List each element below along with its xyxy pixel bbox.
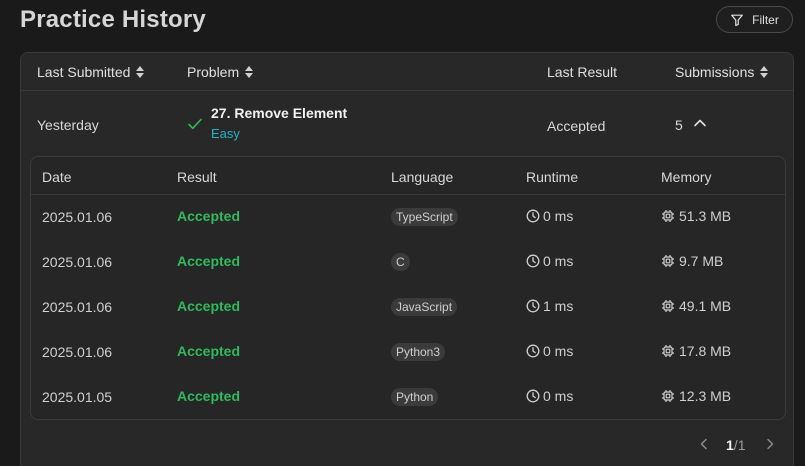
chip-icon (662, 210, 674, 222)
language-badge: Python (391, 388, 439, 406)
header-problem-label: Problem (187, 64, 240, 80)
submissions-count: 5 (675, 117, 683, 133)
pagination: 1/1 (21, 435, 793, 455)
memory-value: 17.8 MB (661, 343, 731, 359)
last-result-value: Accepted (547, 118, 606, 134)
chip-icon (662, 255, 674, 267)
memory-text: 12.3 MB (679, 388, 732, 404)
table-header: Last Submitted Problem Last Result Submi… (21, 53, 793, 91)
sort-icon (136, 66, 145, 78)
header-submissions[interactable]: Submissions (675, 64, 769, 80)
memory-text: 49.1 MB (679, 298, 732, 314)
chip-icon (662, 300, 674, 312)
total-pages: 1 (737, 437, 746, 453)
clock-icon (526, 344, 540, 358)
last-submitted-value: Yesterday (37, 117, 99, 133)
submission-row[interactable]: 2025.01.06 Accepted JavaScript 1 ms 49.1… (31, 285, 785, 330)
submission-row[interactable]: 2025.01.05 Accepted Python 0 ms 12.3 MB (31, 375, 785, 420)
memory-value: 49.1 MB (661, 298, 731, 314)
runtime-text: 1 ms (543, 298, 574, 314)
clock-icon (526, 254, 540, 268)
chevron-right-icon[interactable] (763, 437, 777, 451)
filter-label: Filter (752, 12, 779, 27)
problem-difficulty: Easy (211, 126, 240, 141)
chevron-left-icon[interactable] (697, 437, 711, 451)
submission-date: 2025.01.05 (42, 389, 113, 405)
memory-text: 17.8 MB (679, 343, 732, 359)
history-table: Last Submitted Problem Last Result Submi… (20, 52, 794, 466)
language-badge: JavaScript (391, 298, 458, 316)
submission-result[interactable]: Accepted (177, 388, 240, 404)
header-submissions-label: Submissions (675, 64, 755, 80)
submission-details: Date Result Language Runtime Memory 2025… (30, 156, 786, 420)
memory-text: 51.3 MB (679, 208, 732, 224)
runtime-value: 1 ms (526, 298, 573, 314)
submission-row[interactable]: 2025.01.06 Accepted Python3 0 ms 17.8 MB (31, 330, 785, 375)
sort-icon (245, 66, 254, 78)
runtime-value: 0 ms (526, 208, 573, 224)
col-date: Date (42, 169, 72, 185)
clock-icon (526, 299, 540, 313)
submission-result[interactable]: Accepted (177, 298, 240, 314)
memory-text: 9.7 MB (679, 253, 724, 269)
header-last-submitted[interactable]: Last Submitted (37, 64, 145, 80)
chip-icon (662, 345, 674, 357)
chevron-up-icon[interactable] (692, 115, 708, 131)
runtime-text: 0 ms (543, 343, 574, 359)
details-header: Date Result Language Runtime Memory (31, 157, 785, 195)
col-runtime: Runtime (526, 169, 579, 185)
filter-button[interactable]: Filter (716, 6, 793, 33)
chip-icon (662, 390, 674, 402)
submission-result[interactable]: Accepted (177, 208, 240, 224)
runtime-text: 0 ms (543, 253, 574, 269)
clock-icon (526, 389, 540, 403)
runtime-text: 0 ms (543, 388, 574, 404)
header-problem[interactable]: Problem (187, 64, 254, 80)
submission-date: 2025.01.06 (42, 209, 113, 225)
check-icon (188, 118, 202, 130)
memory-value: 51.3 MB (661, 208, 731, 224)
page-indicator: 1/1 (726, 437, 746, 453)
sort-icon (760, 66, 769, 78)
problem-title[interactable]: 27. Remove Element (211, 105, 347, 121)
submission-row[interactable]: 2025.01.06 Accepted C 0 ms 9.7 MB (31, 240, 785, 285)
memory-value: 12.3 MB (661, 388, 731, 404)
header-last-result: Last Result (547, 64, 617, 80)
col-result: Result (177, 169, 217, 185)
current-page: 1 (726, 437, 734, 453)
header-last-result-label: Last Result (547, 64, 618, 80)
submission-result[interactable]: Accepted (177, 253, 240, 269)
runtime-value: 0 ms (526, 388, 573, 404)
memory-value: 9.7 MB (661, 253, 723, 269)
submission-row[interactable]: 2025.01.06 Accepted TypeScript 0 ms 51.3… (31, 195, 785, 240)
submission-date: 2025.01.06 (42, 299, 113, 315)
table-row[interactable]: Yesterday 27. Remove Element Easy Accept… (21, 91, 793, 155)
col-memory: Memory (661, 169, 712, 185)
runtime-value: 0 ms (526, 253, 573, 269)
language-badge: TypeScript (391, 208, 458, 226)
submission-date: 2025.01.06 (42, 344, 113, 360)
clock-icon (526, 209, 540, 223)
submission-result[interactable]: Accepted (177, 343, 240, 359)
header-last-submitted-label: Last Submitted (37, 64, 131, 80)
col-language: Language (391, 169, 454, 185)
runtime-value: 0 ms (526, 343, 573, 359)
funnel-icon (731, 14, 744, 26)
submission-date: 2025.01.06 (42, 254, 113, 270)
language-badge: C (391, 253, 410, 271)
page-title: Practice History (20, 6, 206, 33)
language-badge: Python3 (391, 343, 446, 361)
runtime-text: 0 ms (543, 208, 574, 224)
